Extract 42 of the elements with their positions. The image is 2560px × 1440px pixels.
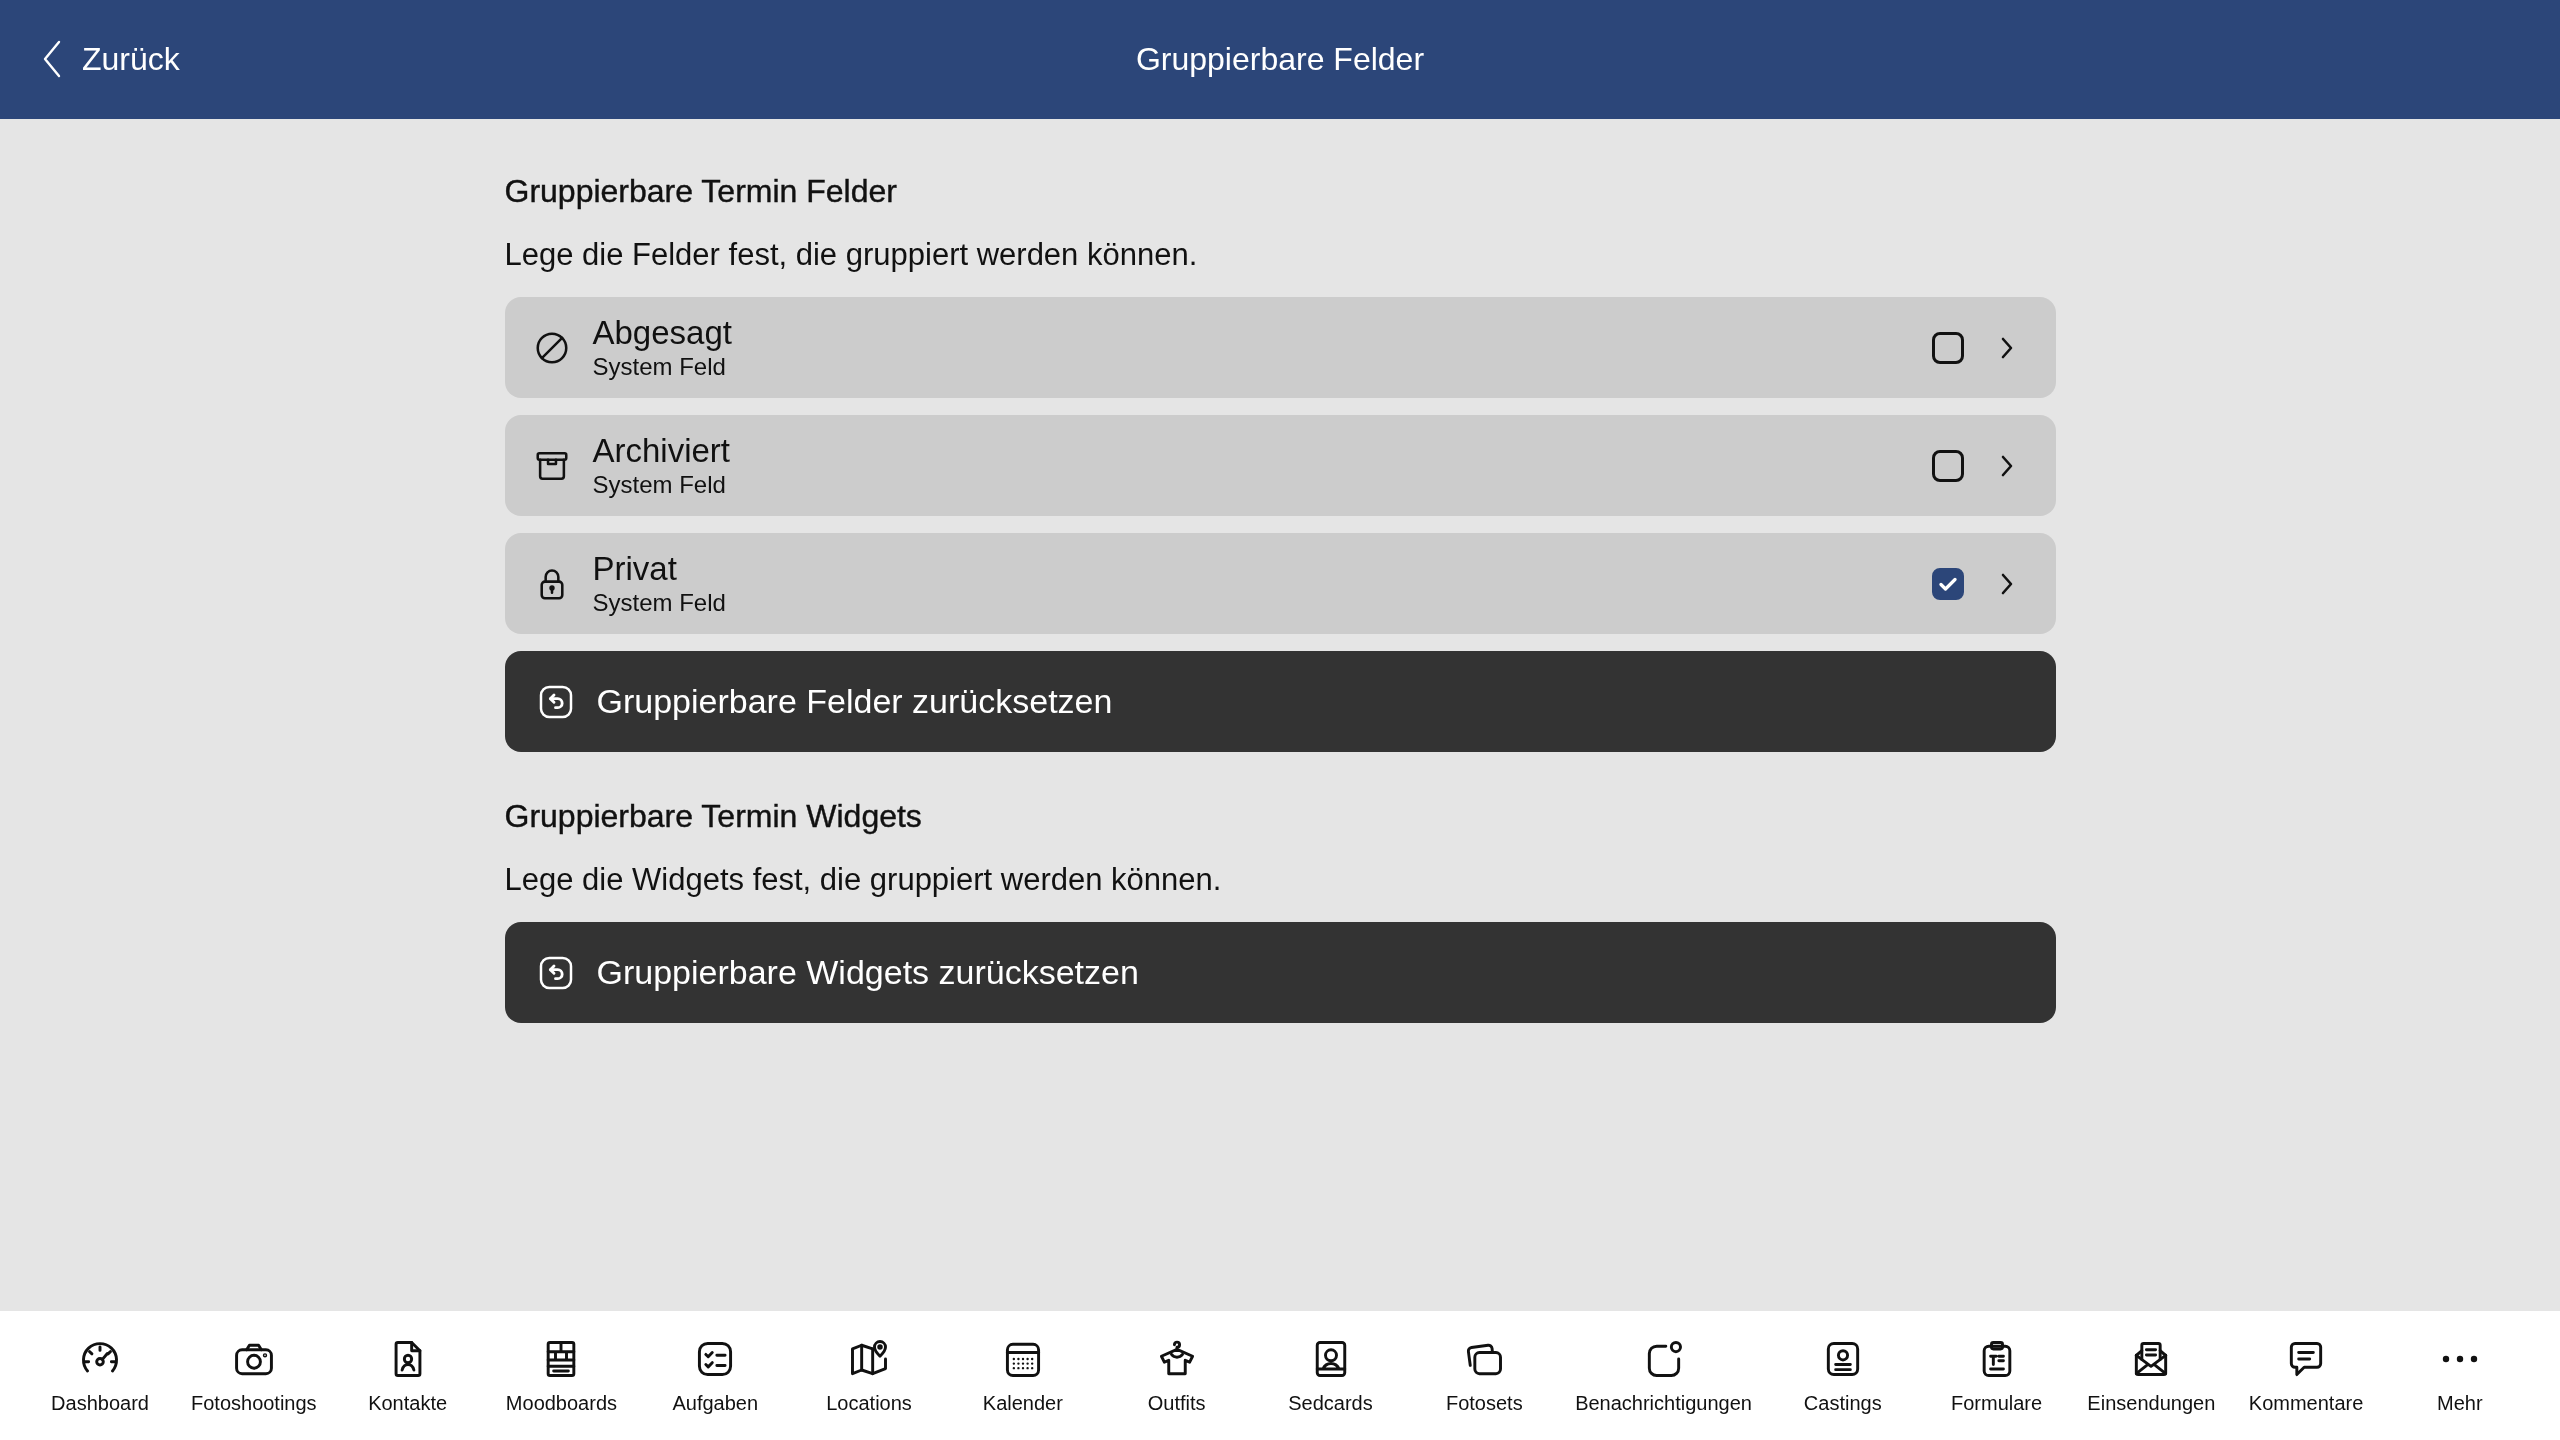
tab-bar-item[interactable]: Outfits — [1101, 1311, 1252, 1440]
checkbox[interactable] — [1931, 449, 1964, 482]
tab-bar-item[interactable]: Fotoshootings — [178, 1311, 329, 1440]
tab-bar-item[interactable]: Castings — [1767, 1311, 1918, 1440]
tab-bar-item[interactable]: Kontakte — [332, 1311, 483, 1440]
section-title: Gruppierbare Termin Felder — [504, 172, 897, 210]
field-label: Abgesagt — [592, 313, 732, 352]
field-label: Privat — [592, 549, 677, 588]
reset-button[interactable]: Gruppierbare Widgets zurücksetzen — [504, 922, 2056, 1023]
page-title: Gruppierbare Felder — [1135, 40, 1425, 79]
field-row[interactable]: Archiviert System Feld — [504, 415, 2056, 516]
section-description: Lege die Felder fest, die gruppiert werden können. — [504, 236, 1198, 274]
tab-bar-item[interactable]: Kalender — [947, 1311, 1098, 1440]
tab-bar-item[interactable]: Fotosets — [1409, 1311, 1560, 1440]
chevron-right-icon — [1999, 454, 2014, 477]
checkmark-icon — [1938, 576, 1957, 591]
tab-bar-item[interactable]: Sedcards — [1255, 1311, 1406, 1440]
tab-bar-item[interactable]: Locations — [794, 1311, 945, 1440]
tab-bar-item[interactable]: Einsendungen — [2075, 1311, 2228, 1440]
more-icon — [2441, 1355, 2478, 1363]
field-row[interactable]: Privat System Feld — [504, 533, 2056, 634]
field-sublabel: System Feld — [592, 351, 726, 382]
tab-bar-item[interactable]: Benachrichtigungen — [1563, 1311, 1764, 1440]
tab-bar-item[interactable]: Formulare — [1921, 1311, 2072, 1440]
field-label: Archiviert — [592, 431, 731, 470]
back-button[interactable]: Zurück — [34, 34, 188, 85]
tab-bar-item[interactable]: Mehr — [2384, 1311, 2535, 1440]
tab-bar-item[interactable]: Aufgaben — [640, 1311, 791, 1440]
tab-bar-item[interactable]: Dashboard — [25, 1311, 175, 1440]
section-title: Gruppierbare Termin Widgets — [504, 797, 922, 835]
checkbox[interactable] — [1931, 331, 1964, 364]
field-sublabel: System Feld — [592, 469, 726, 500]
chevron-left-icon — [42, 40, 62, 79]
tab-bar-item[interactable]: Kommentare — [2231, 1311, 2382, 1440]
field-sublabel: System Feld — [592, 587, 726, 618]
tab-bar-item[interactable]: Moodboards — [486, 1311, 637, 1440]
field-row[interactable]: Abgesagt System Feld — [504, 297, 2056, 398]
checkbox[interactable] — [1931, 567, 1964, 600]
reset-button[interactable]: Gruppierbare Felder zurücksetzen — [504, 651, 2056, 752]
section-description: Lege die Widgets fest, die gruppiert werden können. — [504, 861, 1222, 899]
chevron-right-icon — [1999, 572, 2014, 595]
chevron-right-icon — [1999, 336, 2014, 359]
